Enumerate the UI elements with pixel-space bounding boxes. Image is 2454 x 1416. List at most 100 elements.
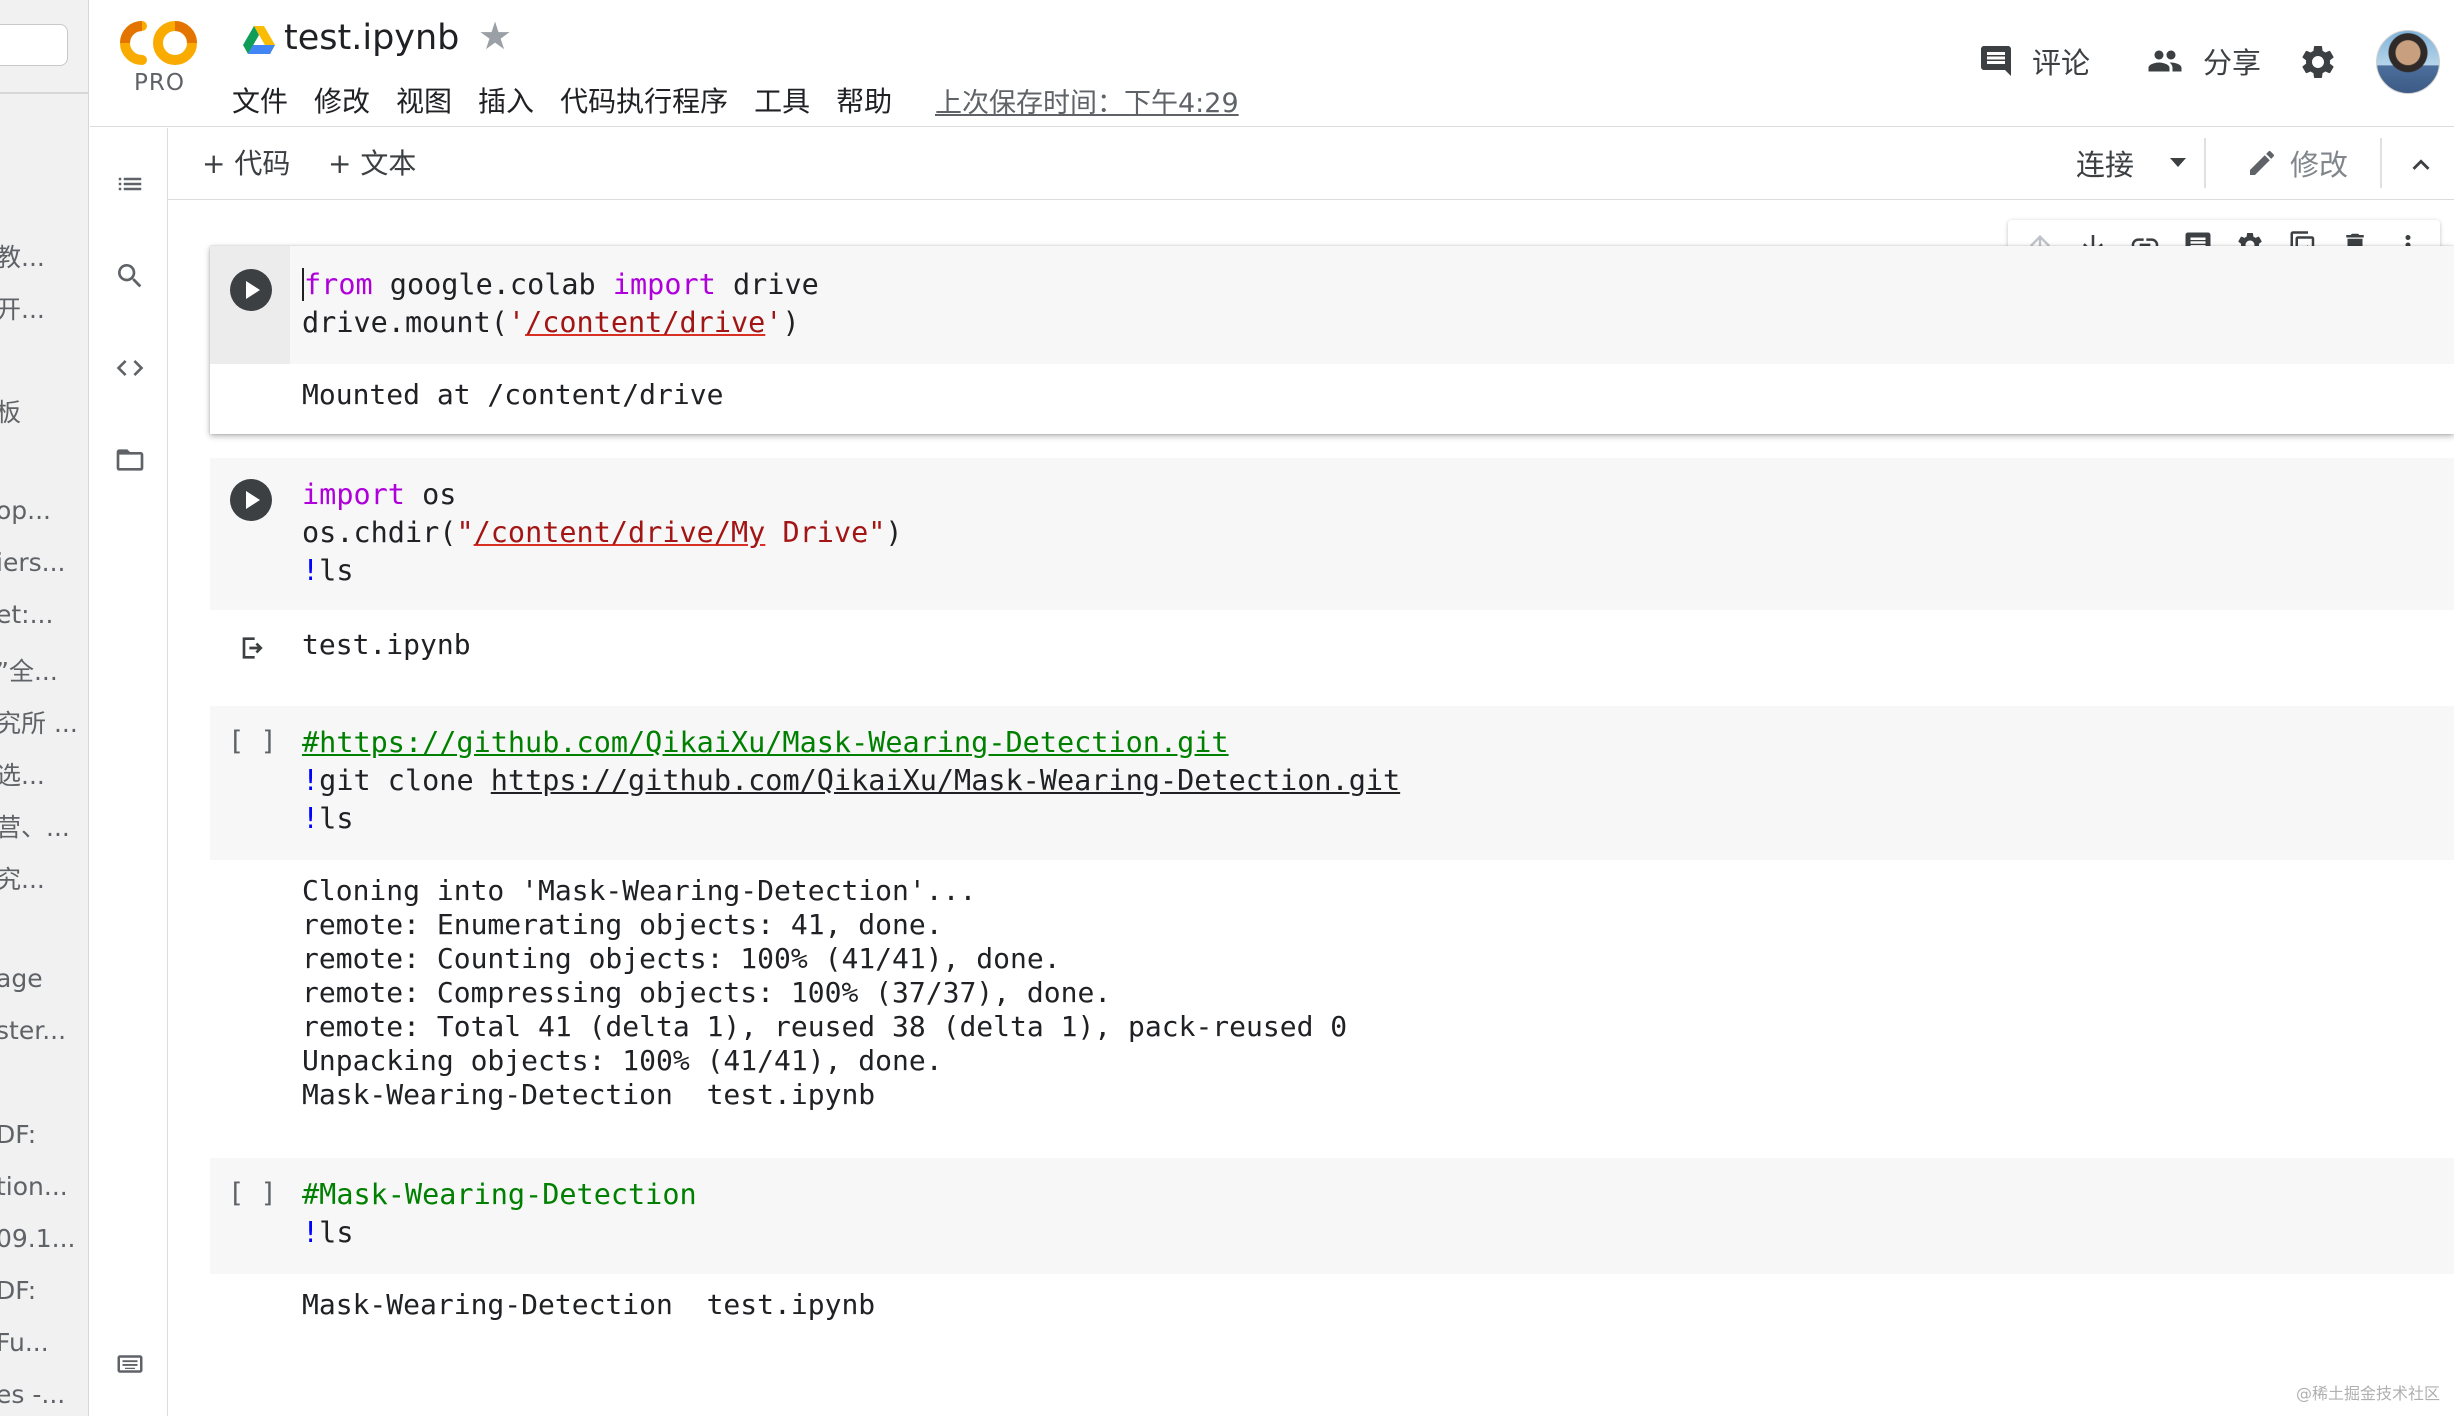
menu-view[interactable]: 视图 <box>396 80 452 120</box>
add-text-button[interactable]: + 文本 <box>328 142 416 182</box>
cell-output: Cloning into 'Mask-Wearing-Detection'...… <box>302 874 1348 1111</box>
code-token: ' <box>507 306 526 339</box>
sidebar-bookmark[interactable]: age <box>0 964 43 993</box>
notebook-title[interactable]: test.ipynb <box>284 18 459 58</box>
code-token: drive <box>715 268 819 301</box>
table-of-contents-icon[interactable] <box>112 166 148 202</box>
sidebar-bookmark[interactable]: es -... <box>0 1380 65 1409</box>
code-token: from <box>304 268 373 301</box>
settings-gear-icon[interactable] <box>2298 42 2338 82</box>
colab-logo-icon[interactable] <box>118 18 200 68</box>
sidebar-search-input[interactable] <box>0 24 68 66</box>
code-token: os.chdir( <box>302 516 457 549</box>
chevron-up-icon[interactable] <box>2404 148 2438 182</box>
sidebar-bookmark[interactable]: 究... <box>0 860 45 896</box>
notebook-toolbar: + 代码 + 文本 连接 修改 <box>168 128 2454 200</box>
code-token: ) <box>885 516 903 549</box>
code-token: /content/drive/My <box>473 516 766 549</box>
edit-label: 修改 <box>2290 148 2349 182</box>
user-avatar[interactable] <box>2376 30 2440 94</box>
menu-help[interactable]: 帮助 <box>836 80 892 120</box>
execution-count[interactable]: [ ] <box>228 726 277 757</box>
edit-mode-button[interactable]: 修改 <box>2246 142 2348 184</box>
code-token: ls <box>319 554 354 587</box>
star-icon[interactable]: ★ <box>478 14 512 58</box>
terminal-keyboard-icon[interactable] <box>112 1346 148 1382</box>
code-text[interactable]: #Mask-Wearing-Detection !ls <box>302 1176 697 1252</box>
cell-editor[interactable]: import os os.chdir("/content/drive/My Dr… <box>210 458 2454 610</box>
browser-sidebar: 教... 开... 板 op... iers... et:... ”全... 究… <box>0 0 89 1416</box>
sidebar-bookmark[interactable]: DF: <box>0 1120 36 1149</box>
code-token: os <box>404 478 457 511</box>
watermark: @稀土掘金技术社区 <box>2295 1384 2440 1403</box>
sidebar-bookmark[interactable]: op... <box>0 496 51 525</box>
connect-button[interactable]: 连接 <box>2076 142 2134 184</box>
cell-editor[interactable]: [ ] #Mask-Wearing-Detection !ls <box>210 1158 2454 1274</box>
sidebar-bookmark[interactable]: Fu... <box>0 1328 49 1357</box>
code-cell[interactable]: [ ] #https://github.com/QikaiXu/Mask-Wea… <box>210 706 2454 1116</box>
sidebar-bookmark[interactable]: et:... <box>0 600 53 629</box>
code-token: import <box>612 268 716 301</box>
code-text[interactable]: #https://github.com/QikaiXu/Mask-Wearing… <box>302 724 1400 838</box>
sidebar-bookmark[interactable]: ster... <box>0 1016 66 1045</box>
code-token: drive.mount( <box>302 306 508 339</box>
toolbar-divider <box>2380 138 2382 188</box>
code-token: ' <box>765 306 783 339</box>
sidebar-bookmark[interactable]: 选... <box>0 756 45 792</box>
google-drive-icon[interactable] <box>243 26 275 54</box>
sidebar-bookmark[interactable]: iers... <box>0 548 65 577</box>
code-link[interactable]: https://github.com/QikaiXu/Mask-Wearing-… <box>491 764 1400 797</box>
cell-editor[interactable]: [ ] #https://github.com/QikaiXu/Mask-Wea… <box>210 706 2454 860</box>
sidebar-bookmark[interactable]: 09.1... <box>0 1224 76 1253</box>
code-cell[interactable]: from google.colab import drive drive.mou… <box>210 246 2454 434</box>
cell-output: Mounted at /content/drive <box>302 378 724 411</box>
menu-bar: 文件 修改 视图 插入 代码执行程序 工具 帮助 <box>232 80 918 120</box>
toolbar-divider <box>2204 138 2206 188</box>
execution-count[interactable]: [ ] <box>228 1178 277 1209</box>
menu-insert[interactable]: 插入 <box>478 80 534 120</box>
share-label: 分享 <box>2203 46 2262 80</box>
left-nav-rail <box>90 128 168 1416</box>
sidebar-bookmark[interactable]: 营、... <box>0 808 70 844</box>
menu-tools[interactable]: 工具 <box>754 80 810 120</box>
search-icon[interactable] <box>112 258 148 294</box>
menu-edit[interactable]: 修改 <box>314 80 370 120</box>
run-cell-button[interactable] <box>230 269 272 311</box>
cell-output: test.ipynb <box>302 628 471 661</box>
sidebar-bookmark[interactable]: 开... <box>0 290 45 326</box>
code-token: git clone <box>319 764 491 797</box>
sidebar-bookmark[interactable]: DF: <box>0 1276 36 1305</box>
play-icon <box>246 491 260 509</box>
sidebar-bookmark[interactable]: tion... <box>0 1172 68 1201</box>
code-token: Drive" <box>765 516 886 549</box>
code-token: ls <box>319 1216 354 1249</box>
code-token: import <box>302 478 405 511</box>
sidebar-bookmark[interactable]: 究所 ... <box>0 704 78 740</box>
add-code-button[interactable]: + 代码 <box>202 142 290 182</box>
chevron-down-icon[interactable] <box>2170 158 2186 167</box>
code-snippets-icon[interactable] <box>112 350 148 386</box>
code-text[interactable]: import os os.chdir("/content/drive/My Dr… <box>302 476 903 590</box>
comment-button[interactable]: 评论 <box>1978 40 2090 82</box>
code-cell[interactable]: import os os.chdir("/content/drive/My Dr… <box>210 458 2454 688</box>
code-token: ! <box>302 1216 320 1249</box>
code-cell[interactable]: [ ] #Mask-Wearing-Detection !ls Mask-Wea… <box>210 1158 2454 1338</box>
cell-editor[interactable]: from google.colab import drive drive.mou… <box>210 246 2454 364</box>
comment-icon <box>1981 46 2011 76</box>
app-header: PRO test.ipynb ★ 文件 修改 视图 插入 代码执行程序 工具 帮… <box>90 0 2454 127</box>
files-folder-icon[interactable] <box>112 442 148 478</box>
code-token: ls <box>319 802 354 835</box>
sidebar-bookmark[interactable]: 教... <box>0 238 45 274</box>
output-redirect-icon[interactable] <box>236 632 268 664</box>
menu-runtime[interactable]: 代码执行程序 <box>560 80 728 120</box>
pro-badge: PRO <box>134 70 185 96</box>
code-token: #Mask-Wearing-Detection <box>302 1178 697 1211</box>
run-cell-button[interactable] <box>230 479 272 521</box>
code-text[interactable]: from google.colab import drive drive.mou… <box>302 266 819 342</box>
share-button[interactable]: 分享 <box>2145 40 2261 82</box>
comment-label: 评论 <box>2032 46 2091 80</box>
sidebar-bookmark[interactable]: 板 <box>0 393 21 429</box>
sidebar-bookmark[interactable]: ”全... <box>0 652 58 688</box>
last-saved-link[interactable]: 上次保存时间：下午4:29 <box>935 81 1239 120</box>
menu-file[interactable]: 文件 <box>232 80 288 120</box>
